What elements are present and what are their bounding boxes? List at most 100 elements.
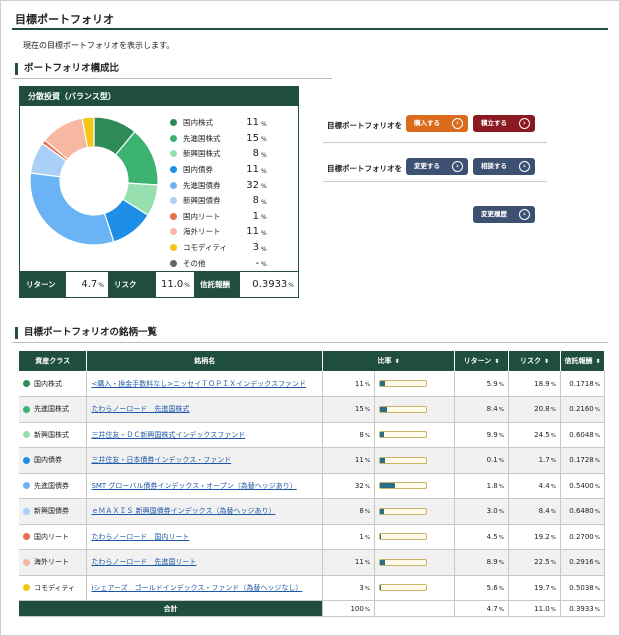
col-risk[interactable]: リスク ⬍ [508, 351, 561, 371]
ratio-bar [379, 431, 428, 439]
table-row: 新興国債券 ｅＭＡＸＩＳ 新興国債券インデックス（為替ヘッジあり） 8% 3.0% 8.… [19, 498, 606, 525]
fund-link[interactable]: iシェアーズ ゴールドインデックス・ファンド（為替ヘッジなし） [91, 584, 302, 592]
fund-link[interactable]: ｅＭＡＸＩＳ 新興国債券インデックス（為替ヘッジあり） [91, 507, 275, 515]
legend-percent: % [261, 120, 267, 128]
legend-dot-icon [170, 212, 177, 220]
asset-class-label: 国内債券 [34, 456, 62, 465]
ratio-bar-fill [380, 508, 384, 514]
fee-cell: 0.2916% [560, 549, 606, 576]
fund-link[interactable]: <購入・換金手数料なし>ニッセイＴＯＰＩＸインデックスファンド [91, 380, 306, 388]
change-button[interactable]: 変更する › [406, 158, 468, 175]
legend-dot-icon [170, 244, 177, 252]
legend-dot-icon [170, 197, 177, 205]
asset-dot-icon [23, 380, 30, 387]
chevron-right-icon: › [519, 209, 530, 220]
risk-cell: 8.4% [508, 498, 561, 525]
stats-bar: リターン 4.7% リスク 11.0% 信託報酬 0.3933% [20, 271, 298, 297]
page-title: 目標ポートフォリオ [15, 13, 114, 26]
legend-percent: % [261, 151, 267, 159]
col-trust-fee[interactable]: 信託報酬 ⬍ [560, 351, 606, 371]
allocation-donut-chart [29, 116, 159, 246]
fund-name-cell: ｅＭＡＸＩＳ 新興国債券インデックス（為替ヘッジあり） [86, 498, 324, 525]
chevron-right-icon: › [452, 161, 463, 172]
fund-link[interactable]: たわらノーロード 先進国株式 [91, 405, 189, 413]
table-row: 海外リート たわらノーロード 先進国リート 11% 8.9% 22.5% 0.2916% [19, 549, 606, 576]
intro-text: 現在の目標ポートフォリオを表示します。 [23, 41, 175, 50]
trust-fee-value: 0.3933% [252, 279, 294, 290]
col-return[interactable]: リターン ⬍ [454, 351, 509, 371]
ratio-bar-fill [380, 406, 387, 412]
legend-dot-icon [170, 134, 177, 142]
fund-link[interactable]: たわらノーロード 先進国リート [91, 558, 196, 566]
sort-icon: ⬍ [394, 358, 400, 365]
legend-label: 先進国債券 [183, 180, 221, 190]
ratio-cell: 3% [322, 575, 376, 601]
accumulate-button[interactable]: 積立する › [473, 115, 535, 132]
allocation-legend: 国内株式 11% 先進国株式 15% 新興国株式 8% 国内債券 11% 先進国債券 32% 新興国… [170, 115, 294, 271]
fund-link[interactable]: SMT グローバル債券インデックス・オープン（為替ヘッジあり） [91, 482, 296, 490]
ratio-cell: 11% [322, 371, 376, 397]
ratio-cell: 8% [322, 422, 376, 448]
legend-item: 国内株式 11% [170, 115, 294, 131]
asset-class-cell: コモディティ [19, 575, 88, 601]
risk-cell: 4.4% [508, 473, 561, 499]
col-asset-class: 資産クラス [19, 351, 88, 371]
fee-cell: 0.5038% [560, 575, 606, 601]
chevron-right-icon: › [452, 118, 463, 129]
fund-name-cell: iシェアーズ ゴールドインデックス・ファンド（為替ヘッジなし） [86, 575, 324, 601]
legend-item: 新興国債券 8% [170, 193, 294, 209]
fee-cell: 0.1718% [560, 371, 606, 397]
asset-class-cell: 国内株式 [19, 371, 88, 397]
fund-name-cell: <購入・換金手数料なし>ニッセイＴＯＰＩＸインデックスファンド [86, 371, 324, 397]
sort-icon: ⬍ [494, 358, 500, 365]
chevron-right-icon: › [519, 161, 530, 172]
ratio-cell: 32% [322, 473, 376, 499]
donut-slice [29, 172, 115, 246]
legend-label: 国内債券 [183, 165, 213, 175]
ratio-bar-cell [374, 447, 456, 474]
asset-dot-icon [23, 584, 30, 592]
table-row: 国内債券 三井住友・日本債券インデックス・ファンド 11% 0.1% 1.7% 0.172… [19, 447, 606, 474]
portfolio-action-label-1: 目標ポートフォリオを [327, 121, 402, 130]
fund-link[interactable]: 三井住友・日本債券インデックス・ファンド [91, 456, 231, 464]
risk-cell: 22.5% [508, 549, 561, 576]
ratio-bar [379, 584, 428, 592]
fee-cell: 0.5400% [560, 473, 606, 499]
col-ratio[interactable]: 比率 ⬍ [322, 351, 456, 371]
ratio-bar-cell [374, 524, 456, 550]
legend-dot-icon [170, 119, 177, 127]
ratio-cell: 15% [322, 396, 376, 423]
legend-value: 3 [252, 242, 259, 254]
ratio-bar [379, 507, 428, 515]
return-cell: 8.9% [454, 549, 509, 576]
asset-class-label: 新興国債券 [34, 507, 69, 516]
legend-label: 新興国株式 [183, 149, 221, 159]
legend-label: 国内リート [183, 211, 221, 221]
purchase-button[interactable]: 購入する › [406, 115, 468, 132]
return-label: リターン [20, 272, 66, 297]
fund-link[interactable]: 三井住友・ＤＣ新興国株式インデックスファンド [91, 431, 245, 439]
asset-class-cell: 国内リート [19, 524, 88, 550]
fee-cell: 0.2160% [560, 396, 606, 423]
legend-item: 海外リート 11% [170, 224, 294, 240]
asset-class-label: 国内株式 [34, 379, 62, 388]
change-history-button[interactable]: 変更履歴 › [473, 206, 535, 223]
fund-link[interactable]: たわらノーロード 国内リート [91, 533, 189, 541]
ratio-bar-fill [380, 457, 386, 463]
legend-dot-icon [170, 150, 177, 158]
legend-percent: % [261, 183, 267, 191]
asset-dot-icon [23, 405, 30, 413]
ratio-bar-cell [374, 549, 456, 576]
table-row: 先進国株式 たわらノーロード 先進国株式 15% 8.4% 20.8% 0.2160% [19, 396, 606, 423]
fund-name-cell: 三井住友・ＤＣ新興国株式インデックスファンド [86, 422, 324, 448]
page-frame: 目標ポートフォリオ 現在の目標ポートフォリオを表示します。 ポートフォリオ構成比… [0, 0, 620, 636]
legend-label: 先進国株式 [183, 133, 221, 143]
return-cell: 5.9% [454, 371, 509, 397]
consult-button[interactable]: 相談する › [473, 158, 535, 175]
empty-cell [374, 600, 456, 617]
legend-value: 32 [246, 179, 259, 191]
return-cell: 1.8% [454, 473, 509, 499]
card-header: 分散投資（バランス型） [20, 87, 298, 106]
table-row: 先進国債券 SMT グローバル債券インデックス・オープン（為替ヘッジあり） 32% 1… [19, 473, 606, 499]
ratio-bar-cell [374, 473, 456, 499]
